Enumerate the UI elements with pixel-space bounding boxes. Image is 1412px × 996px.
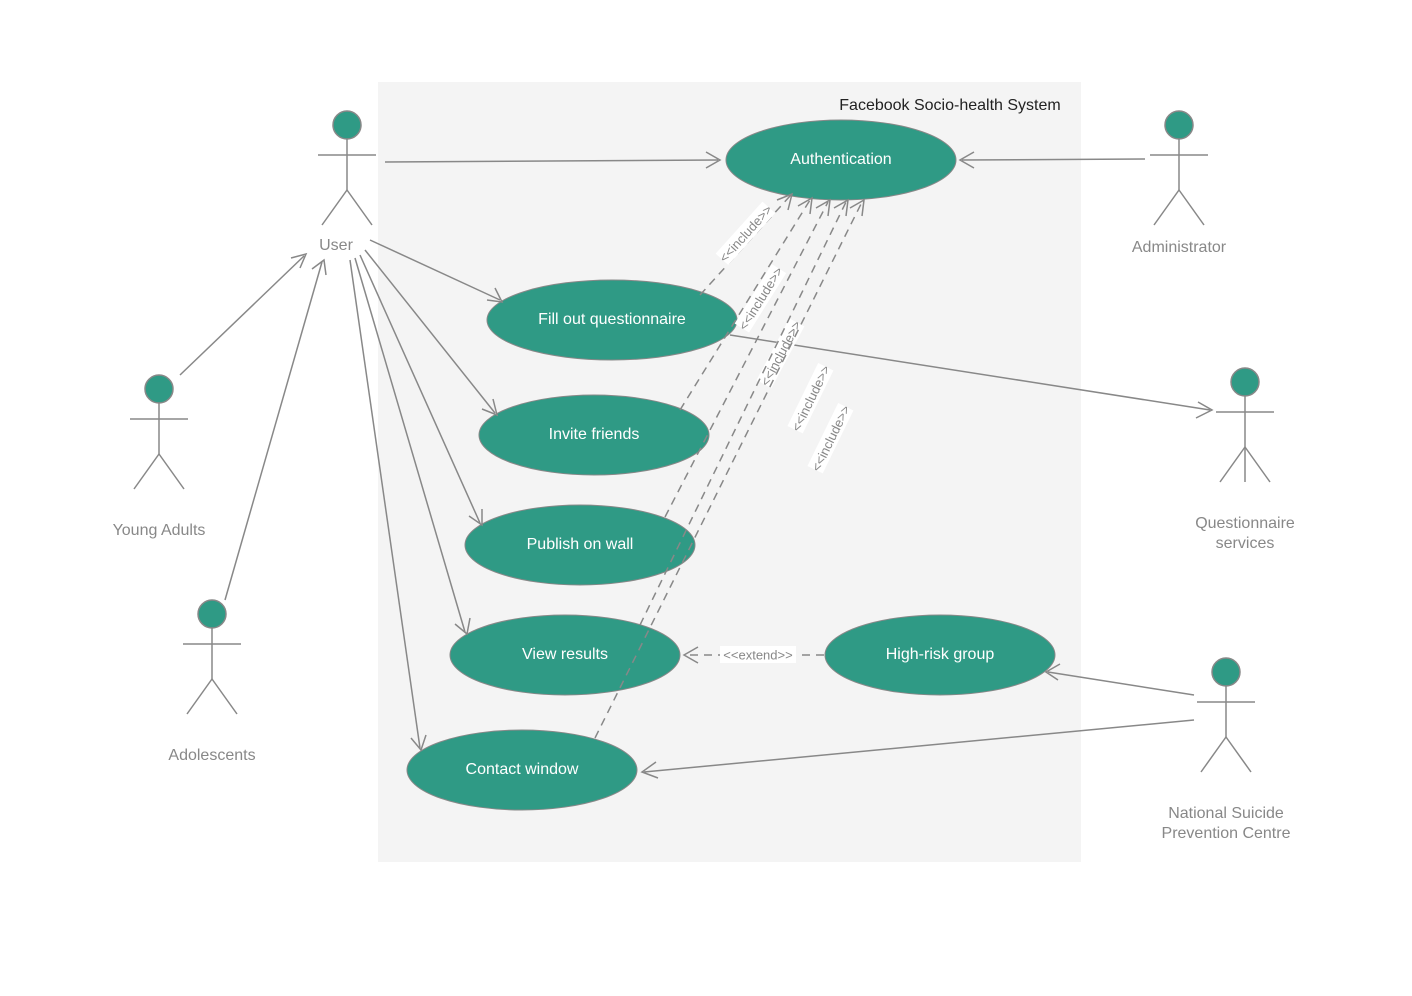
usecase-fill-questionnaire: Fill out questionnaire	[487, 280, 737, 360]
usecase-view-results: View results	[450, 615, 680, 695]
actor-nspc-label-2: Prevention Centre	[1162, 825, 1291, 842]
actor-user: User	[318, 111, 376, 254]
usecase-publish-wall: Publish on wall	[465, 505, 695, 585]
gen-youngadults-user	[180, 254, 306, 375]
actor-user-label: User	[319, 237, 353, 254]
actor-adolescents-label: Adolescents	[168, 747, 255, 764]
svg-text:Contact window: Contact window	[466, 761, 579, 778]
svg-text:Invite friends: Invite friends	[549, 426, 640, 443]
svg-text:<<extend>>: <<extend>>	[723, 647, 792, 662]
actor-questionnaire-services-label-1: Questionnaire	[1195, 515, 1295, 532]
usecase-high-risk: High-risk group	[825, 615, 1055, 695]
actor-adolescents: Adolescents	[168, 600, 255, 764]
actor-questionnaire-services-label-2: services	[1216, 535, 1275, 552]
gen-adolescents-user	[225, 260, 326, 600]
actor-young-adults: Young Adults	[113, 375, 206, 539]
use-case-diagram: Facebook Socio-health System User Young …	[0, 0, 1412, 996]
usecase-invite-friends: Invite friends	[479, 395, 709, 475]
svg-text:Fill out questionnaire: Fill out questionnaire	[538, 311, 686, 328]
actor-administrator: Administrator	[1132, 111, 1227, 256]
svg-text:View results: View results	[522, 646, 608, 663]
actor-young-adults-label: Young Adults	[113, 522, 206, 539]
actor-administrator-label: Administrator	[1132, 239, 1227, 256]
svg-text:Publish on wall: Publish on wall	[527, 536, 634, 553]
svg-text:Authentication: Authentication	[790, 151, 891, 168]
usecase-contact-window: Contact window	[407, 730, 637, 810]
actor-questionnaire-services: Questionnaire services	[1195, 368, 1295, 552]
boundary-title: Facebook Socio-health System	[839, 97, 1060, 114]
svg-text:High-risk group: High-risk group	[886, 646, 995, 663]
usecase-authentication: Authentication	[726, 120, 956, 200]
actor-nspc-label-1: National Suicide	[1168, 805, 1284, 822]
actor-nspc: National Suicide Prevention Centre	[1162, 658, 1291, 842]
